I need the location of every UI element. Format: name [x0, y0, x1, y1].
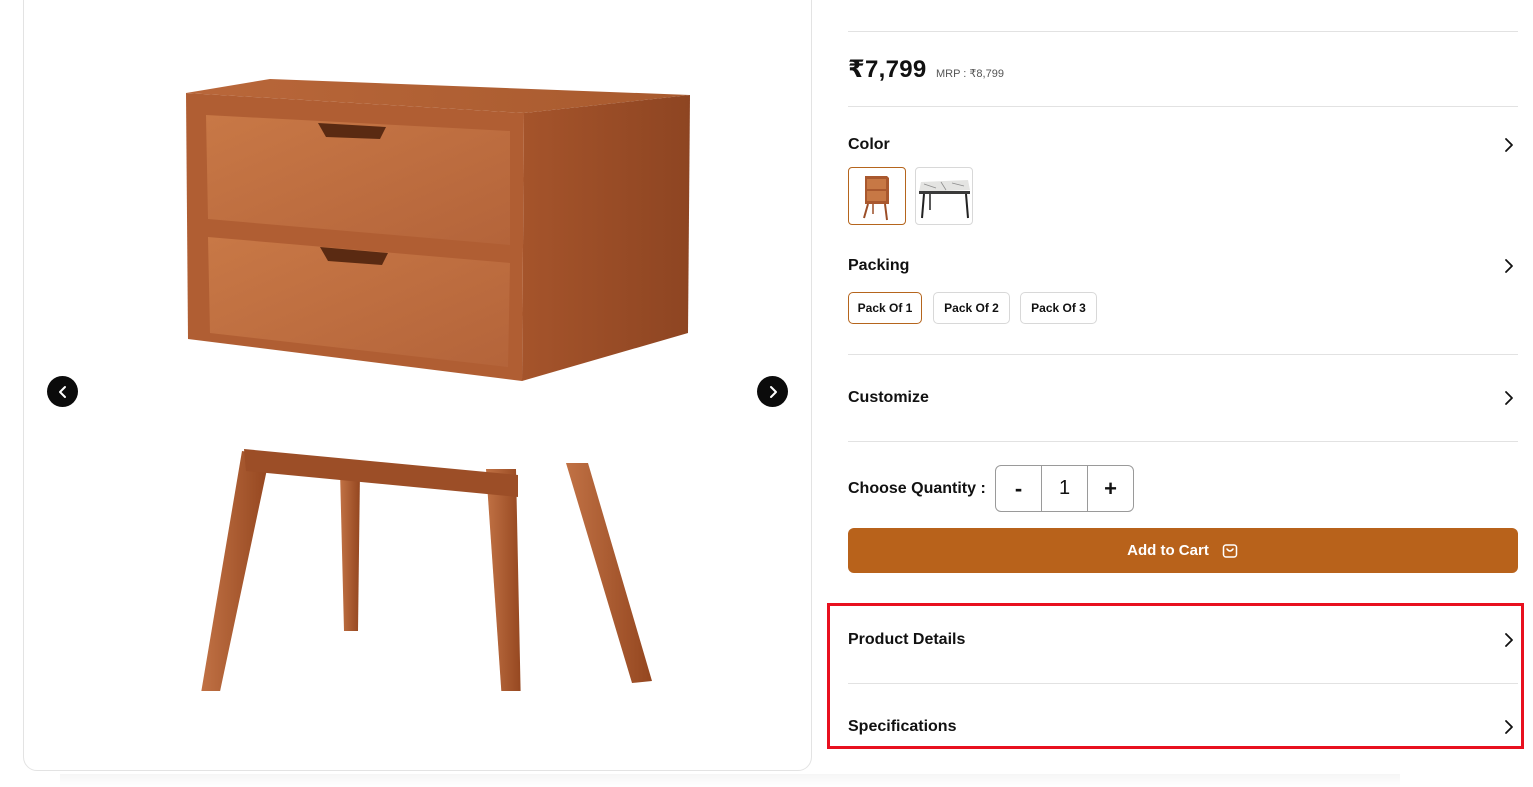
product-image — [186, 79, 690, 691]
product-mrp: MRP : ₹8,799 — [936, 68, 1004, 80]
divider — [848, 354, 1518, 355]
shopping-bag-icon — [1222, 543, 1238, 558]
packing-title: Packing — [848, 257, 910, 274]
quantity-increment-button[interactable]: + — [1087, 466, 1133, 511]
product-gallery — [23, 0, 812, 771]
pack-option-3[interactable]: Pack Of 3 — [1020, 292, 1097, 324]
wooden-nightstand-thumbnail-icon — [863, 176, 889, 221]
color-title: Color — [848, 136, 890, 153]
divider — [848, 31, 1518, 32]
marble-table-thumbnail-icon — [919, 180, 970, 219]
product-details-toggle[interactable]: Product Details — [848, 631, 965, 649]
color-swatch-wood[interactable] — [848, 167, 906, 225]
product-details-chevron-right-icon[interactable] — [1503, 632, 1515, 648]
chevron-right-icon — [769, 385, 777, 398]
divider — [848, 441, 1518, 442]
gallery-next-button[interactable] — [757, 376, 788, 407]
add-to-cart-button[interactable]: Add to Cart — [848, 528, 1518, 573]
product-price: ₹7,799 — [848, 56, 927, 83]
quantity-label: Choose Quantity : — [848, 480, 986, 497]
color-swatch-marble[interactable] — [915, 167, 973, 225]
add-to-cart-label: Add to Cart — [1127, 542, 1209, 559]
customize-chevron-right-icon[interactable] — [1503, 390, 1515, 406]
specifications-chevron-right-icon[interactable] — [1503, 719, 1515, 735]
divider — [848, 683, 1518, 684]
customize-title[interactable]: Customize — [848, 389, 929, 407]
gallery-prev-button[interactable] — [47, 376, 78, 407]
pack-option-2[interactable]: Pack Of 2 — [933, 292, 1010, 324]
specifications-toggle[interactable]: Specifications — [848, 718, 956, 736]
pack-option-1[interactable]: Pack Of 1 — [848, 292, 922, 324]
quantity-decrement-button[interactable]: - — [996, 466, 1041, 511]
quantity-stepper: - 1 + — [995, 465, 1134, 512]
quantity-value[interactable]: 1 — [1041, 466, 1087, 511]
divider — [848, 106, 1518, 107]
chevron-left-icon — [58, 385, 66, 398]
packing-chevron-right-icon[interactable] — [1503, 258, 1515, 274]
color-chevron-right-icon[interactable] — [1503, 137, 1515, 153]
page-bottom-shadow — [60, 774, 1400, 787]
